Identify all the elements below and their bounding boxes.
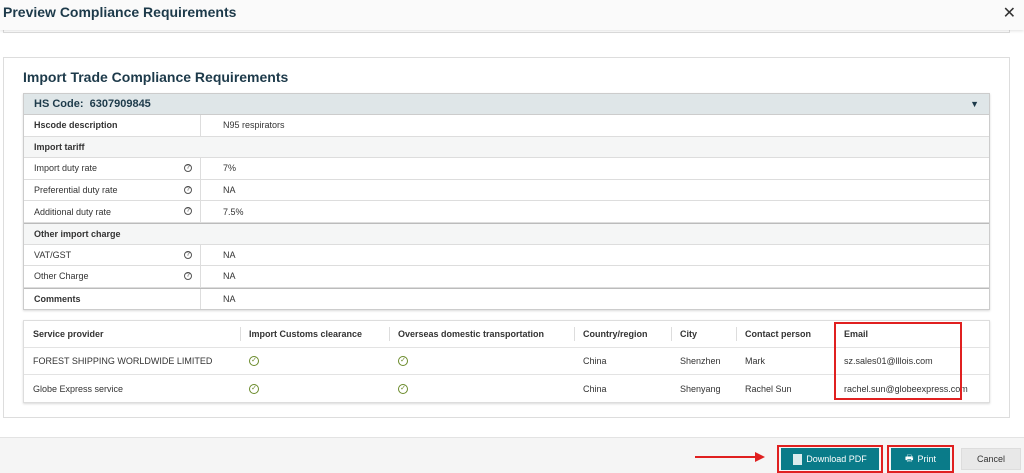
printer-icon: 🖶 bbox=[904, 453, 914, 463]
download-pdf-button[interactable]: Download PDF bbox=[781, 448, 879, 470]
section-row: Import tariff bbox=[24, 136, 989, 159]
dialog-title: Preview Compliance Requirements bbox=[3, 4, 237, 20]
check-icon: ✓ bbox=[249, 356, 259, 366]
section-row: Other import charge bbox=[24, 222, 989, 245]
table-row: Hscode description N95 respirators bbox=[24, 115, 989, 137]
table-row: Comments NA bbox=[24, 287, 989, 310]
hs-code-table: HS Code: 6307909845 ▼ Hscode description N… bbox=[23, 93, 990, 311]
email-highlight-box bbox=[834, 322, 962, 400]
table-row: Import duty rate? 7% bbox=[24, 158, 989, 180]
help-icon[interactable]: ? bbox=[184, 164, 192, 173]
check-icon: ✓ bbox=[398, 356, 408, 366]
close-icon[interactable]: ✕ bbox=[1003, 3, 1016, 23]
annotation-arrow bbox=[695, 456, 757, 458]
section-title: Import Trade Compliance Requirements bbox=[23, 69, 289, 85]
hs-code-header[interactable]: HS Code: 6307909845 ▼ bbox=[24, 94, 989, 115]
cancel-button[interactable]: Cancel bbox=[961, 448, 1021, 470]
collapse-triangle-icon[interactable]: ▼ bbox=[970, 99, 979, 109]
check-icon: ✓ bbox=[398, 383, 408, 394]
check-icon: ✓ bbox=[249, 383, 259, 394]
print-button[interactable]: 🖶 Print bbox=[891, 448, 950, 470]
table-row: Other Charge? NA bbox=[24, 266, 989, 288]
pdf-icon bbox=[793, 453, 803, 465]
table-row: Preferential duty rate? NA bbox=[24, 179, 989, 202]
dialog-header: Preview Compliance Requirements ✕ bbox=[0, 0, 1024, 30]
table-row: VAT/GST? NA bbox=[24, 244, 989, 267]
table-row: Additional duty rate? 7.5% bbox=[24, 201, 989, 223]
hs-code: 6307909845 bbox=[89, 98, 151, 110]
help-icon[interactable]: ? bbox=[184, 272, 192, 281]
help-icon[interactable]: ? bbox=[184, 207, 192, 216]
help-icon[interactable]: ? bbox=[184, 250, 192, 259]
help-icon[interactable]: ? bbox=[184, 185, 192, 194]
arrow-head-icon bbox=[755, 452, 765, 462]
